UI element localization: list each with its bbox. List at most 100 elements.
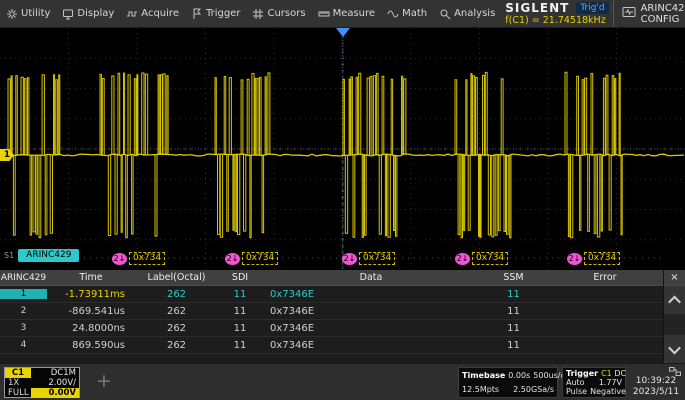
brand-logo: SIGLENT	[505, 1, 569, 15]
cell-ssm: 11	[480, 323, 547, 334]
menu-item-analysis[interactable]: Analysis	[433, 0, 501, 27]
decode-annotation: 2↓ 0x734	[112, 252, 165, 265]
decode-table-header: ARINC429 Time Label(Octal) SDI Data SSM …	[0, 270, 663, 286]
status-cluster: SIGLENT Trig'd f(C1) = 21.74518kHz ARINC…	[501, 0, 685, 27]
config-button-label: ARINC429 CONFIG	[641, 3, 685, 25]
menu-item-display[interactable]: Display	[56, 0, 120, 27]
channel1-offset: 0.00V	[31, 388, 79, 398]
decode-bus-row[interactable]: S1 ARINC429	[4, 249, 79, 262]
menu-item-math[interactable]: Math	[381, 0, 433, 27]
arinc429-config-button[interactable]: ARINC429 CONFIG	[613, 0, 685, 27]
decode-annotation: 2↓ 0x734	[455, 252, 508, 265]
menu-bar: Utility Display Acquire Trigger Cursors …	[0, 0, 685, 28]
math-icon	[387, 8, 399, 20]
menu-item-acquire[interactable]: Acquire	[120, 0, 185, 27]
cell-label: 262	[135, 323, 218, 334]
decode-bus-label: ARINC429	[18, 249, 79, 262]
bottom-status-bar: C1 DC1M 1X 2.00V/ FULL 0.00V + Timebase …	[0, 363, 685, 400]
cell-data: 0x7346E	[262, 306, 480, 317]
menu-item-label: Trigger	[206, 8, 241, 19]
decode-label-bubble: 2↓	[342, 253, 357, 265]
cell-sdi: 11	[218, 306, 262, 317]
table-scrollbar: ×	[663, 270, 685, 363]
table-row[interactable]: 3 24.8000ns 262 11 0x7346E 11	[0, 320, 663, 337]
menu-item-label: Display	[77, 8, 114, 19]
decode-annotation: 2↓ 0x734	[342, 252, 395, 265]
decode-data-box: 0x734	[242, 252, 278, 265]
cell-label: 262	[135, 340, 218, 351]
table-row[interactable]: 2 -869.541us 262 11 0x7346E 11	[0, 303, 663, 320]
cursors-icon	[252, 8, 264, 20]
trigger-icon	[191, 8, 203, 20]
col-header-error: Error	[547, 272, 663, 283]
menu-item-label: Utility	[21, 8, 50, 19]
col-header-sdi: SDI	[218, 272, 262, 283]
trigger-source: C1	[601, 369, 612, 378]
cell-time: 24.8000ns	[47, 323, 135, 334]
cell-data: 0x7346E	[262, 289, 480, 300]
cell-label: 262	[135, 289, 218, 300]
cell-sdi: 11	[218, 289, 262, 300]
trigger-box[interactable]: Trigger C1 DC Auto 1.77V Pulse Negative	[562, 367, 626, 398]
cell-sdi: 11	[218, 323, 262, 334]
timebase-memory: 12.5Mpts	[462, 385, 499, 394]
menu-item-label: Acquire	[141, 8, 179, 19]
col-header-ssm: SSM	[480, 272, 547, 283]
menu-item-label: Analysis	[454, 8, 495, 19]
scroll-up-button[interactable]	[664, 286, 685, 314]
cell-index: 1	[0, 289, 47, 299]
channel1-bandwidth: FULL	[5, 388, 31, 398]
decode-data-box: 0x734	[129, 252, 165, 265]
table-row[interactable]: 1 -1.73911ms 262 11 0x7346E 11	[0, 286, 663, 303]
decode-bus-id: S1	[4, 251, 14, 260]
status-block: SIGLENT Trig'd f(C1) = 21.74518kHz	[501, 0, 612, 27]
cell-data: 0x7346E	[262, 323, 480, 334]
decode-annotation: 2↓ 0x734	[567, 252, 620, 265]
table-row[interactable]: 4 869.590us 262 11 0x7346E 11	[0, 337, 663, 354]
menu-item-trigger[interactable]: Trigger	[185, 0, 247, 27]
utility-icon	[6, 8, 18, 20]
decode-annotation: 2↓ 0x734	[225, 252, 278, 265]
close-table-button[interactable]: ×	[664, 270, 685, 286]
decode-data-box: 0x734	[472, 252, 508, 265]
cell-index: 2	[0, 306, 47, 316]
col-header-protocol: ARINC429	[0, 273, 47, 283]
timebase-box[interactable]: Timebase 0.00s 500us/div 12.5Mpts 2.50GS…	[458, 367, 558, 398]
channel1-tag: C1	[5, 368, 31, 378]
waveform-area[interactable]: 1 S1 ARINC429 2↓ 0x734 2↓ 0x734 2↓ 0x734…	[0, 28, 685, 270]
scrollbar-track[interactable]	[664, 314, 685, 335]
cell-index: 4	[0, 340, 47, 350]
trigger-title: Trigger	[566, 369, 598, 378]
channel1-box[interactable]: C1 DC1M 1X 2.00V/ FULL 0.00V	[4, 367, 80, 398]
menu-item-label: Cursors	[267, 8, 305, 19]
cell-ssm: 11	[480, 289, 547, 300]
channel1-attenuation: 1X	[5, 378, 31, 388]
decode-data-box: 0x734	[359, 252, 395, 265]
frequency-readout: f(C1) = 21.74518kHz	[505, 15, 608, 27]
display-icon	[62, 8, 74, 20]
clock-date: 2023/5/11	[633, 387, 679, 398]
col-header-data: Data	[262, 272, 480, 283]
decode-table: ARINC429 Time Label(Octal) SDI Data SSM …	[0, 270, 663, 363]
plus-icon: +	[96, 370, 112, 392]
clock-box[interactable]: 10:39:22 2023/5/11	[629, 365, 683, 400]
trigger-mode: Auto	[566, 378, 585, 387]
chevron-down-icon	[668, 341, 681, 354]
menu-item-label: Math	[402, 8, 427, 19]
menu-item-label: Measure	[333, 8, 376, 19]
cell-data: 0x7346E	[262, 340, 480, 351]
trigger-type: Pulse	[566, 387, 587, 396]
channel1-vdiv: 2.00V/	[31, 378, 79, 388]
scroll-down-button[interactable]	[664, 335, 685, 363]
menu-item-utility[interactable]: Utility	[0, 0, 56, 27]
timebase-samplerate: 2.50GSa/s	[513, 385, 554, 394]
cell-index: 3	[0, 323, 47, 333]
decode-label-bubble: 2↓	[567, 253, 582, 265]
menu-item-measure[interactable]: Measure	[312, 0, 382, 27]
network-icon	[669, 367, 681, 376]
menu-item-cursors[interactable]: Cursors	[246, 0, 311, 27]
chevron-up-icon	[668, 295, 681, 308]
add-channel-button[interactable]: +	[90, 370, 118, 392]
close-icon: ×	[670, 272, 678, 283]
trigger-coupling: DC	[614, 369, 626, 378]
